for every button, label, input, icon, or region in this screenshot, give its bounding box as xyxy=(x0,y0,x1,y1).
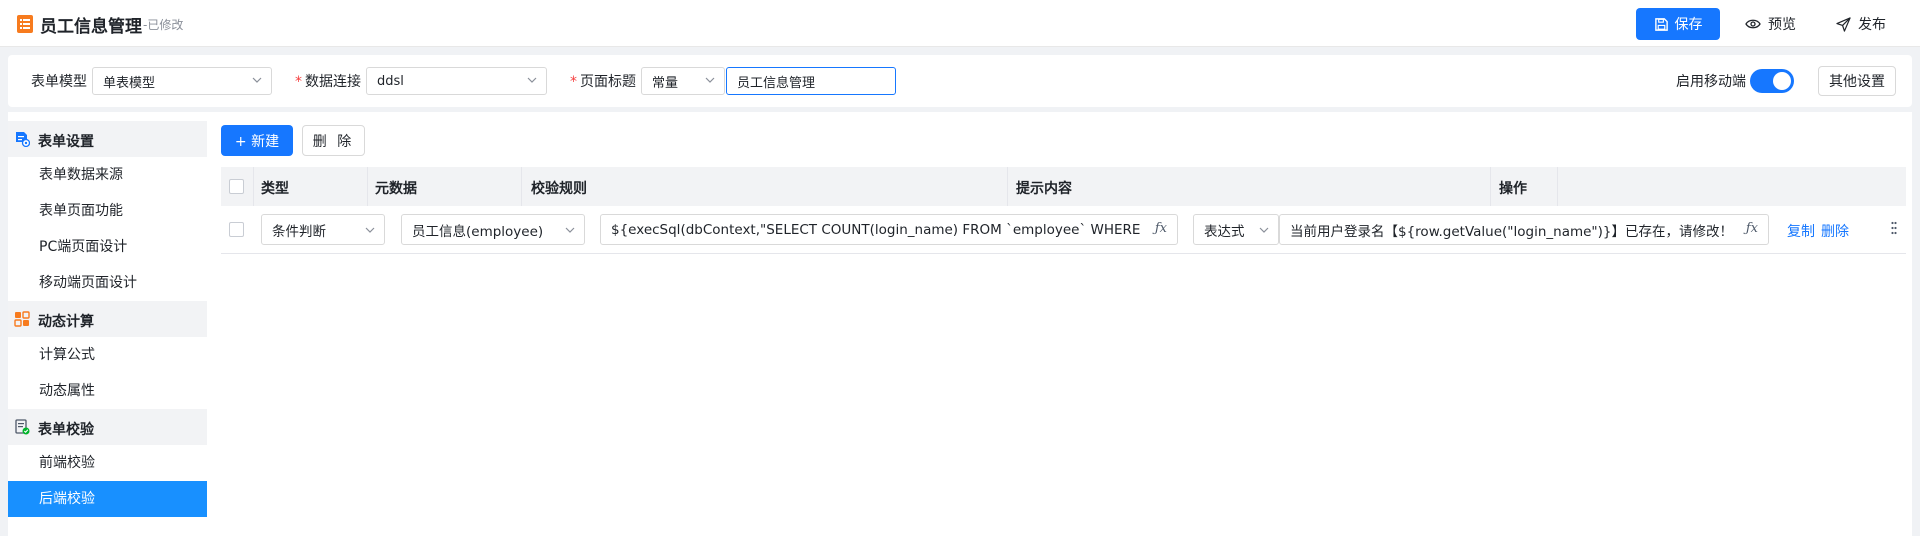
title-input[interactable]: 员工信息管理 xyxy=(726,67,896,95)
hint-type-value: 表达式 xyxy=(1204,223,1245,240)
column-header-metadata: 元数据 xyxy=(375,181,417,197)
title-type-value: 常量 xyxy=(652,75,679,91)
hint-input-value: 当前用户登录名【${row.getValue("login_name")}】已存… xyxy=(1290,223,1733,240)
formula-fx-icon[interactable]: ƒx xyxy=(1741,221,1758,236)
save-button-label: 保存 xyxy=(1674,17,1703,33)
column-divider xyxy=(1557,167,1558,206)
model-select-value: 单表模型 xyxy=(103,75,156,91)
preview-button-label: 预览 xyxy=(1768,17,1796,33)
mobile-toggle-label: 启用移动端 xyxy=(1676,74,1746,90)
copy-link[interactable]: 复制 xyxy=(1787,221,1815,241)
column-header-actions: 操作 xyxy=(1499,181,1527,197)
other-settings-button[interactable]: 其他设置 xyxy=(1818,66,1896,96)
drag-handle-icon[interactable] xyxy=(1891,220,1897,236)
top-header: 员工信息管理 -已修改 保存 预览 发布 xyxy=(0,0,1920,47)
row-checkbox[interactable] xyxy=(229,222,244,237)
model-select[interactable]: 单表模型 xyxy=(92,67,272,95)
modified-status: -已修改 xyxy=(143,18,184,32)
title-label: * 页面标题 xyxy=(570,74,636,90)
send-icon xyxy=(1836,16,1851,32)
column-divider xyxy=(521,167,522,206)
rule-input-value: ${execSql(dbContext,"SELECT COUNT(login_… xyxy=(611,221,1143,238)
sidebar-group-form-validate[interactable]: 表单校验 xyxy=(8,409,207,445)
sidebar-item-backend-validate[interactable]: 后端校验 xyxy=(8,481,207,517)
document-list-icon xyxy=(17,15,33,33)
hint-input[interactable]: 当前用户登录名【${row.getValue("login_name")}】已存… xyxy=(1279,214,1769,245)
dynamic-calc-icon xyxy=(14,311,30,327)
sidebar-group-label: 表单校验 xyxy=(38,422,94,438)
metadata-select-value: 员工信息(employee) xyxy=(412,223,544,240)
sidebar-item-mobile-design[interactable]: 移动端页面设计 xyxy=(8,265,207,301)
sidebar-group-dynamic-calc[interactable]: 动态计算 xyxy=(8,301,207,337)
type-select[interactable]: 条件判断 xyxy=(261,214,385,245)
column-header-hint: 提示内容 xyxy=(1016,181,1072,197)
main-content: + 新建 删 除 类型 元数据 校验规则 提示内容 操作 条件判断 员工信息(e… xyxy=(207,112,1912,536)
column-divider xyxy=(1490,167,1491,206)
rule-input[interactable]: ${execSql(dbContext,"SELECT COUNT(login_… xyxy=(600,214,1178,245)
title-type-select[interactable]: 常量 xyxy=(641,67,725,95)
sidebar-group-label: 动态计算 xyxy=(38,314,94,330)
metadata-select[interactable]: 员工信息(employee) xyxy=(401,214,585,245)
settings-sidebar: 表单设置 表单数据来源 表单页面功能 PC端页面设计 移动端页面设计 动态计算 … xyxy=(8,112,207,536)
eye-icon xyxy=(1745,19,1761,29)
connection-select[interactable]: ddsl xyxy=(366,67,547,95)
column-divider xyxy=(367,167,368,206)
model-label: 表单模型 xyxy=(31,74,87,90)
form-settings-icon xyxy=(16,132,30,147)
new-button[interactable]: + 新建 xyxy=(221,125,293,156)
sidebar-item-formula[interactable]: 计算公式 xyxy=(8,337,207,373)
publish-button[interactable]: 发布 xyxy=(1836,8,1886,40)
form-validate-icon xyxy=(15,419,30,435)
toggle-knob xyxy=(1773,72,1791,90)
chevron-down-icon xyxy=(365,227,375,233)
table-header: 类型 元数据 校验规则 提示内容 操作 xyxy=(221,167,1906,206)
sidebar-group-form-settings[interactable]: 表单设置 xyxy=(8,121,207,157)
title-input-value: 员工信息管理 xyxy=(737,75,816,91)
select-all-checkbox[interactable] xyxy=(229,179,244,194)
chevron-down-icon xyxy=(527,77,537,83)
column-header-rule: 校验规则 xyxy=(531,181,587,197)
save-icon xyxy=(1654,17,1668,31)
page-title: 员工信息管理 xyxy=(40,17,142,37)
sidebar-item-pc-design[interactable]: PC端页面设计 xyxy=(8,229,207,265)
delete-link[interactable]: 删除 xyxy=(1821,221,1849,241)
delete-button[interactable]: 删 除 xyxy=(302,125,365,156)
chevron-down-icon xyxy=(565,227,575,233)
chevron-down-icon xyxy=(705,77,715,83)
column-header-type: 类型 xyxy=(261,181,289,197)
chevron-down-icon xyxy=(252,77,262,83)
sidebar-item-dynamic-attr[interactable]: 动态属性 xyxy=(8,373,207,409)
connection-label: * 数据连接 xyxy=(295,74,361,90)
chevron-down-icon xyxy=(1259,227,1269,233)
hint-type-select[interactable]: 表达式 xyxy=(1193,214,1279,245)
sidebar-item-frontend-validate[interactable]: 前端校验 xyxy=(8,445,207,481)
column-divider xyxy=(253,167,254,206)
type-select-value: 条件判断 xyxy=(272,223,326,240)
sidebar-group-label: 表单设置 xyxy=(38,134,94,150)
sidebar-item-page-features[interactable]: 表单页面功能 xyxy=(8,193,207,229)
form-settings-bar: 表单模型 单表模型 * 数据连接 ddsl * 页面标题 常量 员工信息管理 启用移… xyxy=(8,55,1912,107)
formula-fx-icon[interactable]: ƒx xyxy=(1150,221,1167,236)
column-divider xyxy=(1007,167,1008,206)
connection-select-value: ddsl xyxy=(377,73,404,89)
mobile-toggle[interactable] xyxy=(1750,69,1794,93)
sidebar-item-data-source[interactable]: 表单数据来源 xyxy=(8,157,207,193)
save-button[interactable]: 保存 xyxy=(1636,8,1720,40)
table-row: 条件判断 员工信息(employee) ${execSql(dbContext,… xyxy=(221,206,1906,254)
preview-button[interactable]: 预览 xyxy=(1745,8,1796,40)
publish-button-label: 发布 xyxy=(1858,17,1886,33)
